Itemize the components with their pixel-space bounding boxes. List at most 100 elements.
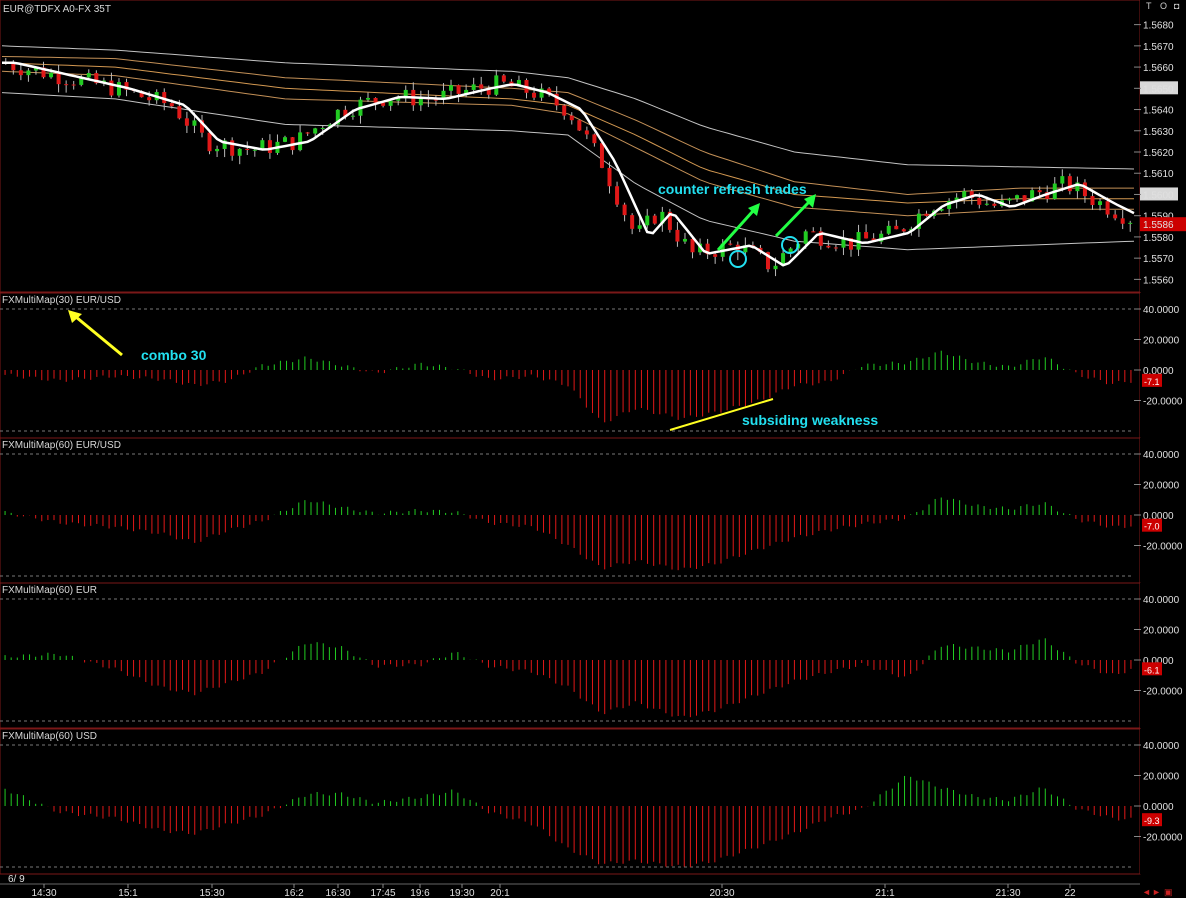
candle-body [169,103,174,107]
candle-body [645,215,650,226]
candle-body [962,191,967,198]
candle-body [313,128,318,134]
osc-panel-frame [0,437,1141,584]
candle-body [622,204,627,216]
x-tick-label: 22 [1064,888,1076,898]
combo-label: combo 30 [141,347,207,363]
price-tick-label: 1.5650 [1143,84,1174,95]
osc-tick-label: 20.0000 [1143,772,1180,783]
candle-body [184,118,189,126]
osc-tick-label: -20.0000 [1143,833,1183,844]
price-tick-label: 1.5680 [1143,21,1174,32]
candle-body [298,132,303,151]
candle-body [532,92,537,98]
x-tick-label: 15:1 [118,888,138,898]
candle-body [864,232,869,239]
candle-body [147,97,152,101]
candle-body [501,75,506,82]
candle-body [562,105,567,116]
osc-tick-label: -20.0000 [1143,542,1183,553]
x-tick-label: 15:30 [199,888,224,898]
box-icon[interactable]: ◘ [1174,1,1180,11]
candle-body [803,231,808,244]
candle-body [418,98,423,106]
candle-body [901,229,906,232]
t-icon[interactable]: T [1146,1,1152,11]
candle-body [86,73,91,78]
candle-body [18,70,23,76]
price-tick-label: 1.5630 [1143,127,1174,138]
x-tick-label: 19:6 [410,888,430,898]
candle-body [1113,214,1118,219]
osc-panel-title: FXMultiMap(30) EUR/USD [2,295,121,306]
candle-body [607,167,612,187]
candle-body [56,72,61,85]
candle-body [894,225,899,230]
x-tick-label: 16:2 [284,888,304,898]
osc-panel-3: FXMultiMap(60) EUR40.000020.00000.0000-2… [0,582,1186,729]
price-tick-label: 1.5560 [1143,275,1174,286]
candle-body [615,186,620,205]
candle-body [1060,176,1065,184]
price-panel: EUR@TDFX A0-FX 35T 1.56801.56701.56601.5… [0,0,1186,293]
candle-body [584,130,589,135]
candle-body [494,75,499,95]
candle-body [479,84,484,89]
osc-panel-2: FXMultiMap(60) EUR/USD40.000020.00000.00… [0,437,1186,584]
price-y-axis: 1.5680 1.5670 1.5660 1.5650 1.5640 1.5630 1.56… [1134,0,1186,292]
price-panel-title: EUR@TDFX A0-FX 35T [3,4,111,15]
candle-body [1067,176,1072,192]
candle-body [245,148,250,151]
price-panel-frame [0,0,1141,293]
candle-body [599,143,604,168]
candle-body [11,63,16,71]
candle-body [713,254,718,257]
price-tick-label: 1.5610 [1143,169,1174,180]
candle-body [630,215,635,229]
candle-body [471,84,476,90]
candle-body [116,82,121,96]
scroll-box-icon[interactable]: ▣ [1164,887,1173,897]
scroll-left-icon[interactable]: ◄ [1142,887,1151,897]
candle-body [71,84,76,86]
candle-body [192,120,197,126]
candle-body [215,148,220,152]
candle-body [1120,218,1125,224]
price-tick-label: 1.5670 [1143,42,1174,53]
osc-panel-title: FXMultiMap(60) EUR/USD [2,440,121,451]
candle-body [886,225,891,234]
osc-panel-frame [0,582,1141,729]
osc-value-tag: -9.3 [1144,816,1160,826]
candle-body [109,80,114,96]
candle-body [1022,195,1027,202]
oscillator-panels: FXMultiMap(30) EUR/USD 40.0000 20.0000 0.00… [0,292,1186,875]
candle-body [252,149,257,151]
subsiding-label: subsiding weakness [742,412,878,428]
candle-body [305,132,310,134]
candle-body [26,70,31,76]
osc-tick-label: 0.0000 [1143,802,1174,813]
candle-body [456,85,461,94]
osc-value-tag: -7.1 [1144,377,1160,387]
x-tick-label: 20:30 [709,888,734,898]
candle-body [984,203,989,205]
osc-panel-frame [0,728,1141,875]
candle-body [267,140,272,153]
o-icon[interactable]: O [1160,1,1167,11]
scroll-right-icon[interactable]: ► [1152,887,1161,897]
osc-panel-title: FXMultiMap(60) EUR [2,585,97,596]
osc-tick-label: 20.0000 [1143,481,1180,492]
candle-body [350,115,355,117]
counter-refresh-label: counter refresh trades [658,181,807,197]
candle-body [283,137,287,142]
osc-tick-label: 40.0000 [1143,450,1180,461]
price-tick-label: 1.5580 [1143,233,1174,244]
candle-body [388,100,393,106]
price-tick-label: 1.5640 [1143,106,1174,117]
candle-body [811,231,816,233]
candle-body [682,238,687,242]
candle-body [1098,201,1103,206]
candle-body [373,97,378,103]
candle-body [449,85,454,91]
chart-canvas: EUR@TDFX A0-FX 35T 1.56801.56701.56601.5… [0,0,1186,898]
